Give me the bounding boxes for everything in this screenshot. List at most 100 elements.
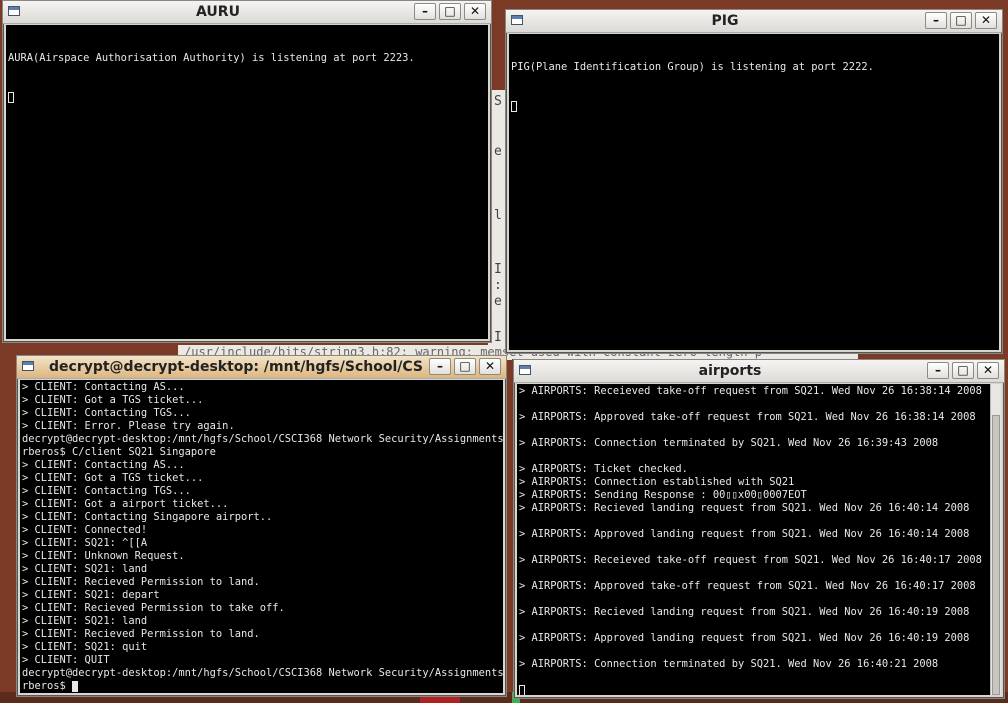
background-char: I bbox=[494, 262, 502, 277]
terminal-line-text: decrypt@decrypt-desktop:/mnt/hgfs/School… bbox=[22, 433, 503, 445]
airports-titlebar[interactable]: airports – □ ✕ bbox=[514, 360, 1004, 383]
auru-titlebar[interactable]: AURU – □ ✕ bbox=[3, 1, 491, 24]
terminal-line: > CLIENT: Error. Please try again. bbox=[22, 420, 501, 433]
client-terminal[interactable]: > CLIENT: Contacting AS... > CLIENT: Got … bbox=[20, 380, 503, 693]
terminal-line: decrypt@decrypt-desktop:/mnt/hgfs/School… bbox=[22, 667, 503, 680]
terminal-cursor bbox=[511, 100, 517, 112]
airports-window-title: airports bbox=[698, 363, 762, 379]
terminal-line: > CLIENT: SQ21: quit bbox=[22, 641, 501, 654]
airports-terminal[interactable]: > AIRPORTS: Receieved take-off request f… bbox=[517, 384, 990, 695]
terminal-line-text: > AIRPORTS: Sending Response : 00▯▯x00▯0… bbox=[519, 489, 807, 501]
pig-window[interactable]: PIG – □ ✕ PIG(Plane Identification Group… bbox=[505, 9, 1003, 354]
terminal-line-text: > AIRPORTS: Approved landing request fro… bbox=[519, 528, 970, 540]
minimize-button[interactable]: – bbox=[925, 12, 947, 29]
airports-scrollbar[interactable] bbox=[990, 384, 1001, 695]
terminal-line-text: > AIRPORTS: Receieved take-off request f… bbox=[519, 385, 982, 397]
terminal-line: PIG(Plane Identification Group) is liste… bbox=[511, 61, 874, 73]
terminal-line: > CLIENT: Got a airport ticket... bbox=[22, 498, 501, 511]
terminal-line: rberos$ bbox=[22, 680, 501, 693]
terminal-line-text: > CLIENT: Connected! bbox=[22, 524, 148, 536]
terminal-line-text: > CLIENT: Recieved Permission to land. bbox=[22, 628, 260, 640]
terminal-line-text: rberos$ bbox=[22, 680, 73, 692]
client-window[interactable]: decrypt@decrypt-desktop: /mnt/hgfs/Schoo… bbox=[16, 355, 507, 697]
terminal-line-text: > CLIENT: Contacting TGS... bbox=[22, 485, 191, 497]
terminal-line-text: > CLIENT: Contacting AS... bbox=[22, 459, 185, 471]
terminal-line: > CLIENT: Contacting TGS... bbox=[22, 407, 501, 420]
close-button[interactable]: ✕ bbox=[464, 3, 486, 20]
terminal-line-text: > CLIENT: Contacting AS... bbox=[22, 381, 185, 393]
terminal-line-text: > CLIENT: Unknown Request. bbox=[22, 550, 185, 562]
terminal-line: > CLIENT: Recieved Permission to land. bbox=[22, 628, 501, 641]
terminal-line: > CLIENT: SQ21: depart bbox=[22, 589, 501, 602]
scrollbar-thumb[interactable] bbox=[992, 415, 1000, 695]
maximize-button[interactable]: □ bbox=[950, 12, 972, 29]
minimize-button[interactable]: – bbox=[429, 358, 451, 375]
terminal-line: > AIRPORTS: Connection established with … bbox=[519, 476, 988, 489]
terminal-line: > CLIENT: Contacting AS... bbox=[22, 459, 501, 472]
terminal-line-text: > AIRPORTS: Connection terminated by SQ2… bbox=[519, 658, 939, 670]
terminal-line-text: > CLIENT: SQ21: land bbox=[22, 615, 148, 627]
terminal-line: > AIRPORTS: Ticket checked. bbox=[519, 463, 988, 476]
background-char: e bbox=[494, 294, 502, 309]
window-menu-icon[interactable] bbox=[22, 361, 34, 371]
window-menu-icon[interactable] bbox=[8, 6, 20, 16]
client-window-title: decrypt@decrypt-desktop: /mnt/hgfs/Schoo… bbox=[49, 359, 422, 375]
terminal-line: > CLIENT: SQ21: land bbox=[22, 615, 501, 628]
background-char: I bbox=[494, 330, 502, 345]
background-char: : bbox=[494, 278, 502, 293]
terminal-line: > CLIENT: Got a TGS ticket... bbox=[22, 394, 501, 407]
terminal-line-text: > CLIENT: Contacting TGS... bbox=[22, 407, 191, 419]
terminal-line: > CLIENT: Contacting TGS... bbox=[22, 485, 501, 498]
terminal-line-text: > CLIENT: Recieved Permission to take of… bbox=[22, 602, 285, 614]
auru-terminal[interactable]: AURA(Airspace Authorisation Authority) i… bbox=[6, 25, 488, 339]
terminal-line: AURA(Airspace Authorisation Authority) i… bbox=[8, 52, 415, 64]
auru-window-title: AURU bbox=[196, 4, 240, 20]
terminal-line-text: > CLIENT: Error. Please try again. bbox=[22, 420, 235, 432]
terminal-line-text: > CLIENT: Got a TGS ticket... bbox=[22, 394, 204, 406]
terminal-line: > CLIENT: Contacting Singapore airport.. bbox=[22, 511, 501, 524]
terminal-line-text: > AIRPORTS: Recieved landing request fro… bbox=[519, 502, 970, 514]
pig-terminal[interactable]: PIG(Plane Identification Group) is liste… bbox=[509, 34, 999, 350]
terminal-line-text: > CLIENT: SQ21: depart bbox=[22, 589, 160, 601]
close-button[interactable]: ✕ bbox=[977, 362, 999, 379]
maximize-button[interactable]: □ bbox=[454, 358, 476, 375]
auru-window[interactable]: AURU – □ ✕ AURA(Airspace Authorisation A… bbox=[2, 0, 492, 343]
terminal-line-text: decrypt@decrypt-desktop:/mnt/hgfs/School… bbox=[22, 667, 503, 679]
terminal-line-text: > AIRPORTS: Ticket checked. bbox=[519, 463, 688, 475]
terminal-line-text: > CLIENT: Recieved Permission to land. bbox=[22, 576, 260, 588]
terminal-cursor bbox=[8, 91, 14, 103]
terminal-line: > AIRPORTS: Recieved landing request fro… bbox=[519, 502, 988, 515]
terminal-line-text: > CLIENT: Got a airport ticket... bbox=[22, 498, 229, 510]
close-button[interactable]: ✕ bbox=[975, 12, 997, 29]
window-menu-icon[interactable] bbox=[519, 365, 531, 375]
terminal-cursor bbox=[519, 684, 525, 695]
minimize-button[interactable]: – bbox=[927, 362, 949, 379]
background-char: S bbox=[494, 94, 502, 109]
terminal-line: > AIRPORTS: Receieved take-off request f… bbox=[519, 385, 988, 398]
airports-window[interactable]: airports – □ ✕ > AIRPORTS: Receieved tak… bbox=[513, 359, 1005, 699]
terminal-line: > CLIENT: Unknown Request. bbox=[22, 550, 501, 563]
terminal-line: > CLIENT: Contacting AS... bbox=[22, 381, 501, 394]
maximize-button[interactable]: □ bbox=[952, 362, 974, 379]
terminal-line: > AIRPORTS: Connection terminated by SQ2… bbox=[519, 658, 988, 671]
client-titlebar[interactable]: decrypt@decrypt-desktop: /mnt/hgfs/Schoo… bbox=[17, 356, 506, 379]
close-button[interactable]: ✕ bbox=[479, 358, 501, 375]
terminal-cursor bbox=[72, 680, 79, 692]
terminal-line: > CLIENT: Recieved Permission to land. bbox=[22, 576, 501, 589]
pig-titlebar[interactable]: PIG – □ ✕ bbox=[506, 10, 1002, 33]
minimize-button[interactable]: – bbox=[414, 3, 436, 20]
maximize-button[interactable]: □ bbox=[439, 3, 461, 20]
background-char: l bbox=[494, 208, 502, 223]
terminal-line-text: rberos$ C/client SQ21 Singapore bbox=[22, 446, 216, 458]
terminal-line: > AIRPORTS: Sending Response : 00▯▯x00▯0… bbox=[519, 489, 988, 502]
terminal-line-text: > CLIENT: SQ21: ^[[A bbox=[22, 537, 148, 549]
window-menu-icon[interactable] bbox=[511, 15, 523, 25]
